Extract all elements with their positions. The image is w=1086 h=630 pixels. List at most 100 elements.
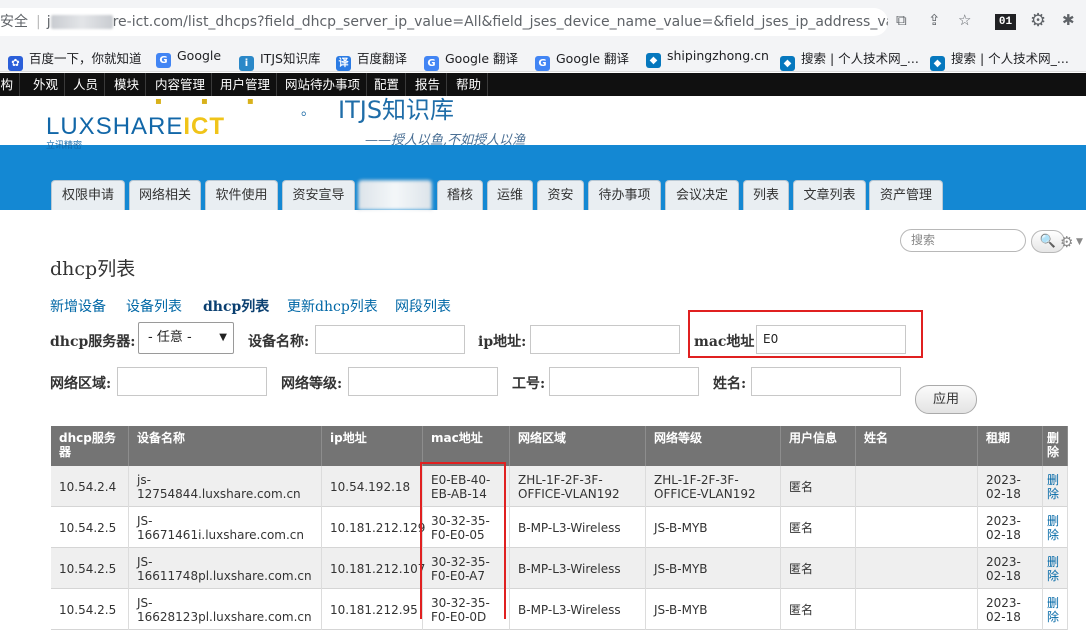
mac-column-highlight: [420, 462, 506, 619]
insecure-label: 安全: [0, 14, 28, 30]
search-input[interactable]: 搜索: [900, 229, 1026, 252]
mac-filter-highlight: [688, 310, 923, 358]
tab-audit[interactable]: 稽核: [437, 180, 483, 210]
cell-zone: B-MP-L3-Wireless: [510, 589, 646, 630]
tab-list[interactable]: 列表: [743, 180, 789, 210]
delete-link[interactable]: 删除: [1043, 507, 1068, 548]
col-dhcp-server[interactable]: dhcp服务器: [51, 426, 129, 466]
cell-level: JS-B-MYB: [646, 589, 781, 630]
link-add-device[interactable]: 新增设备: [50, 296, 106, 316]
puzzle-icon[interactable]: ✱: [1062, 11, 1075, 29]
cell-zone: B-MP-L3-Wireless: [510, 548, 646, 589]
dhcp-server-select[interactable]: - 任意 - ▼: [138, 322, 234, 354]
share-icon[interactable]: ⇪: [928, 11, 941, 29]
cell-user-info: 匿名: [781, 548, 856, 589]
admin-menu-content[interactable]: 内容管理: [149, 73, 213, 96]
link-update-dhcp-list[interactable]: 更新dhcp列表: [287, 296, 378, 316]
cell-ip: 10.181.212.95: [322, 589, 423, 630]
col-delete: 删除: [1043, 426, 1068, 466]
cell-level: JS-B-MYB: [646, 507, 781, 548]
zone-input[interactable]: [117, 367, 267, 396]
translate-icon[interactable]: ⧉: [896, 11, 907, 29]
table-row: 10.54.2.5 JS-16628123pl.luxshare.com.cn …: [51, 589, 1068, 630]
admin-menu-users[interactable]: 用户管理: [214, 73, 278, 96]
delete-link[interactable]: 删除: [1043, 589, 1068, 630]
tab-software[interactable]: 软件使用: [205, 180, 278, 210]
link-subnet-list[interactable]: 网段列表: [395, 296, 451, 316]
tab-todo[interactable]: 待办事项: [588, 180, 661, 210]
cell-dhcp-server: 10.54.2.5: [51, 589, 129, 630]
bookmark-item[interactable]: ✿ 百度一下，你就知道: [8, 48, 142, 71]
admin-menu-modules[interactable]: 模块: [108, 73, 147, 96]
admin-menu-people[interactable]: 人员: [67, 73, 106, 96]
delete-link[interactable]: 删除: [1043, 548, 1068, 589]
cell-zone: ZHL-1F-2F-3F-OFFICE-VLAN192: [510, 466, 646, 507]
google-translate-icon: G: [424, 56, 439, 71]
bookmark-item[interactable]: G Google 翻译: [535, 48, 629, 71]
cell-lease: 2023-02-18: [978, 548, 1043, 589]
tab-permission[interactable]: 权限申请: [51, 180, 125, 210]
tab-assets[interactable]: 资产管理: [869, 180, 943, 210]
site-header: ▪ ▪ ▪ LUXSHAREICT 立讯精密 。 ITJS知识库 ——授人以鱼,…: [0, 96, 1086, 210]
bookmark-item[interactable]: 译百度翻译: [336, 48, 407, 71]
site-title[interactable]: ITJS知识库: [338, 90, 454, 125]
bookmark-item[interactable]: ◆ shipingzhong.cn: [646, 48, 769, 68]
paw-icon: ✿: [8, 56, 23, 71]
logo-subtitle: 立讯精密: [46, 141, 83, 151]
gear-icon[interactable]: ⚙: [1060, 233, 1073, 251]
tab-security-promo[interactable]: 资安宣导: [282, 180, 355, 210]
level-input[interactable]: [348, 367, 498, 396]
apply-button[interactable]: 应用: [915, 385, 977, 414]
settings-icon[interactable]: ⚙: [1030, 10, 1046, 31]
cell-ip: 10.54.192.18: [322, 466, 423, 507]
device-name-input[interactable]: [315, 325, 465, 354]
admin-menu-appearance[interactable]: 外观: [27, 73, 66, 96]
name-input[interactable]: [751, 367, 901, 396]
tab-network[interactable]: 网络相关: [129, 180, 201, 210]
table-header: dhcp服务器 设备名称 ip地址 mac地址 网络区域 网络等级 用户信息 姓…: [51, 426, 1068, 466]
link-dhcp-list[interactable]: dhcp列表: [203, 296, 269, 316]
col-name[interactable]: 姓名: [856, 426, 978, 466]
bookmark-item[interactable]: G Google: [156, 48, 221, 68]
admin-menu-structure[interactable]: 结构: [0, 73, 21, 96]
extension-icon[interactable]: 01: [995, 14, 1016, 30]
title-dot: 。: [301, 103, 315, 119]
star-icon[interactable]: ☆: [958, 11, 971, 29]
site-logo[interactable]: LUXSHAREICT: [46, 113, 225, 141]
col-user-info[interactable]: 用户信息: [781, 426, 856, 466]
tab-ops[interactable]: 运维: [487, 180, 533, 210]
cell-lease: 2023-02-18: [978, 507, 1043, 548]
ip-input[interactable]: [530, 325, 680, 354]
cell-dhcp-server: 10.54.2.5: [51, 507, 129, 548]
device-name-label: 设备名称:: [248, 334, 310, 350]
page-title: dhcp列表: [50, 258, 136, 280]
col-level[interactable]: 网络等级: [646, 426, 781, 466]
admin-menu-help[interactable]: 帮助: [450, 73, 489, 96]
site-icon: i: [239, 56, 254, 71]
bookmark-item[interactable]: G Google 翻译: [424, 48, 518, 71]
url-redacted: [50, 15, 113, 29]
col-mac[interactable]: mac地址: [423, 426, 510, 466]
chevron-down-icon[interactable]: ▼: [1076, 237, 1083, 247]
tab-infosec[interactable]: 资安: [537, 180, 584, 210]
employee-id-input[interactable]: [549, 367, 699, 396]
tab-redacted[interactable]: [358, 180, 432, 210]
delete-link[interactable]: 删除: [1043, 466, 1068, 507]
link-device-list[interactable]: 设备列表: [126, 296, 182, 316]
translate-icon: 译: [336, 56, 351, 71]
bookmark-item[interactable]: ◆ 搜索 | 个人技术网_...: [780, 48, 919, 71]
col-ip[interactable]: ip地址: [322, 426, 423, 466]
main-nav-tabs: 权限申请 网络相关 软件使用 资安宣导 稽核 运维 资安 待办事项 会议决定 列…: [0, 180, 1086, 210]
col-device-name[interactable]: 设备名称: [129, 426, 322, 466]
employee-id-label: 工号:: [512, 376, 546, 392]
tab-meeting[interactable]: 会议决定: [665, 180, 739, 210]
address-bar[interactable]: 安全 | j re-ict.com/list_dhcps?field_dhcp_ser…: [0, 8, 888, 36]
cell-lease: 2023-02-18: [978, 589, 1043, 630]
tab-article-list[interactable]: 文章列表: [793, 180, 866, 210]
col-zone[interactable]: 网络区域: [510, 426, 646, 466]
bookmark-item[interactable]: i ITJS知识库: [239, 48, 320, 71]
bookmark-item[interactable]: ◆ 搜索 | 个人技术网_...: [930, 48, 1069, 71]
dhcp-server-label: dhcp服务器:: [50, 334, 136, 350]
url-text: re-ict.com/list_dhcps?field_dhcp_server_…: [112, 14, 888, 30]
col-lease[interactable]: 租期: [978, 426, 1043, 466]
